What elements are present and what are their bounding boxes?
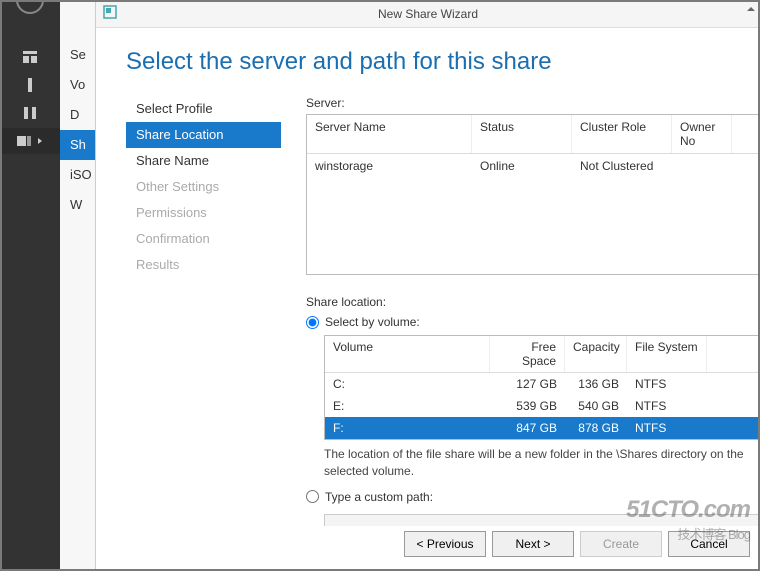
- page-title: Select the server and path for this shar…: [96, 28, 760, 86]
- rail-dashboard-icon[interactable]: [0, 44, 60, 70]
- vol-cell: NTFS: [627, 395, 707, 417]
- vol-cell: 136 GB: [565, 373, 627, 395]
- vol-cell: 127 GB: [490, 373, 565, 395]
- vol-cell: 539 GB: [490, 395, 565, 417]
- step-share-name[interactable]: Share Name: [126, 148, 281, 174]
- window-title: New Share Wizard: [96, 0, 760, 28]
- rail-local-server-icon[interactable]: [0, 72, 60, 98]
- step-results: Results: [126, 252, 281, 278]
- server-cell-role: Not Clustered: [572, 154, 672, 178]
- radio-custom-label: Type a custom path:: [325, 490, 433, 504]
- radio-select-by-volume[interactable]: Select by volume:: [306, 315, 760, 329]
- new-share-wizard-window: New Share Wizard Select the server and p…: [95, 0, 760, 571]
- cancel-button[interactable]: Cancel: [668, 531, 750, 557]
- vol-cell: 847 GB: [490, 417, 565, 439]
- volume-row-selected[interactable]: F: 847 GB 878 GB NTFS: [325, 417, 760, 439]
- vol-cell: NTFS: [627, 417, 707, 439]
- server-table[interactable]: Server Name Status Cluster Role Owner No…: [306, 114, 760, 275]
- sidebar-item-5[interactable]: W: [60, 190, 96, 220]
- share-location-label: Share location:: [306, 295, 760, 309]
- vol-cell: 878 GB: [565, 417, 627, 439]
- sidebar-item-0[interactable]: Se: [60, 40, 96, 70]
- radio-custom-path[interactable]: Type a custom path:: [306, 490, 760, 504]
- vol-header-capacity[interactable]: Capacity: [565, 336, 627, 372]
- sidebar-item-2[interactable]: D: [60, 100, 96, 130]
- vol-header-volume[interactable]: Volume: [325, 336, 490, 372]
- vol-cell: C:: [325, 373, 490, 395]
- rail-all-servers-icon[interactable]: [0, 100, 60, 126]
- sidebar-item-3[interactable]: Sh: [60, 130, 96, 160]
- vol-cell: E:: [325, 395, 490, 417]
- step-share-location[interactable]: Share Location: [126, 122, 281, 148]
- window-icon: [102, 4, 118, 25]
- volume-row[interactable]: C: 127 GB 136 GB NTFS: [325, 373, 760, 395]
- step-other-settings: Other Settings: [126, 174, 281, 200]
- server-header-status[interactable]: Status: [472, 115, 572, 153]
- vol-cell: 540 GB: [565, 395, 627, 417]
- server-manager-rail: [0, 0, 60, 571]
- server-header-owner[interactable]: Owner No: [672, 115, 732, 153]
- server-section-label: Server:: [306, 96, 760, 110]
- volume-table[interactable]: Volume Free Space Capacity File System C…: [324, 335, 760, 440]
- radio-volume-label: Select by volume:: [325, 315, 420, 329]
- vol-cell: NTFS: [627, 373, 707, 395]
- wizard-steps: Select Profile Share Location Share Name…: [126, 96, 281, 526]
- file-services-sidebar: Se Vo D Sh iSO W: [60, 0, 97, 571]
- titlebar: New Share Wizard: [96, 0, 760, 28]
- sidebar-item-1[interactable]: Vo: [60, 70, 96, 100]
- wizard-buttons: < Previous Next > Create Cancel: [404, 531, 750, 557]
- server-cell-status: Online: [472, 154, 572, 178]
- rail-file-services-icon[interactable]: [0, 128, 60, 154]
- custom-path-input: [324, 514, 760, 526]
- server-header-role[interactable]: Cluster Role: [572, 115, 672, 153]
- step-select-profile[interactable]: Select Profile: [126, 96, 281, 122]
- back-circle-icon[interactable]: [16, 0, 44, 14]
- next-button[interactable]: Next >: [492, 531, 574, 557]
- step-permissions: Permissions: [126, 200, 281, 226]
- vol-cell: F:: [325, 417, 490, 439]
- server-cell-owner: [672, 154, 732, 178]
- create-button: Create: [580, 531, 662, 557]
- vol-header-free[interactable]: Free Space: [490, 336, 565, 372]
- volume-hint-text: The location of the file share will be a…: [324, 446, 760, 480]
- radio-custom-input[interactable]: [306, 490, 319, 503]
- sidebar-item-4[interactable]: iSO: [60, 160, 96, 190]
- server-cell-name: winstorage: [307, 154, 472, 178]
- scroll-up-arrow-icon[interactable]: [746, 4, 756, 14]
- step-confirmation: Confirmation: [126, 226, 281, 252]
- server-header-name[interactable]: Server Name: [307, 115, 472, 153]
- previous-button[interactable]: < Previous: [404, 531, 486, 557]
- vol-header-filesystem[interactable]: File System: [627, 336, 707, 372]
- server-row[interactable]: winstorage Online Not Clustered: [307, 154, 760, 178]
- volume-row[interactable]: E: 539 GB 540 GB NTFS: [325, 395, 760, 417]
- radio-volume-input[interactable]: [306, 316, 319, 329]
